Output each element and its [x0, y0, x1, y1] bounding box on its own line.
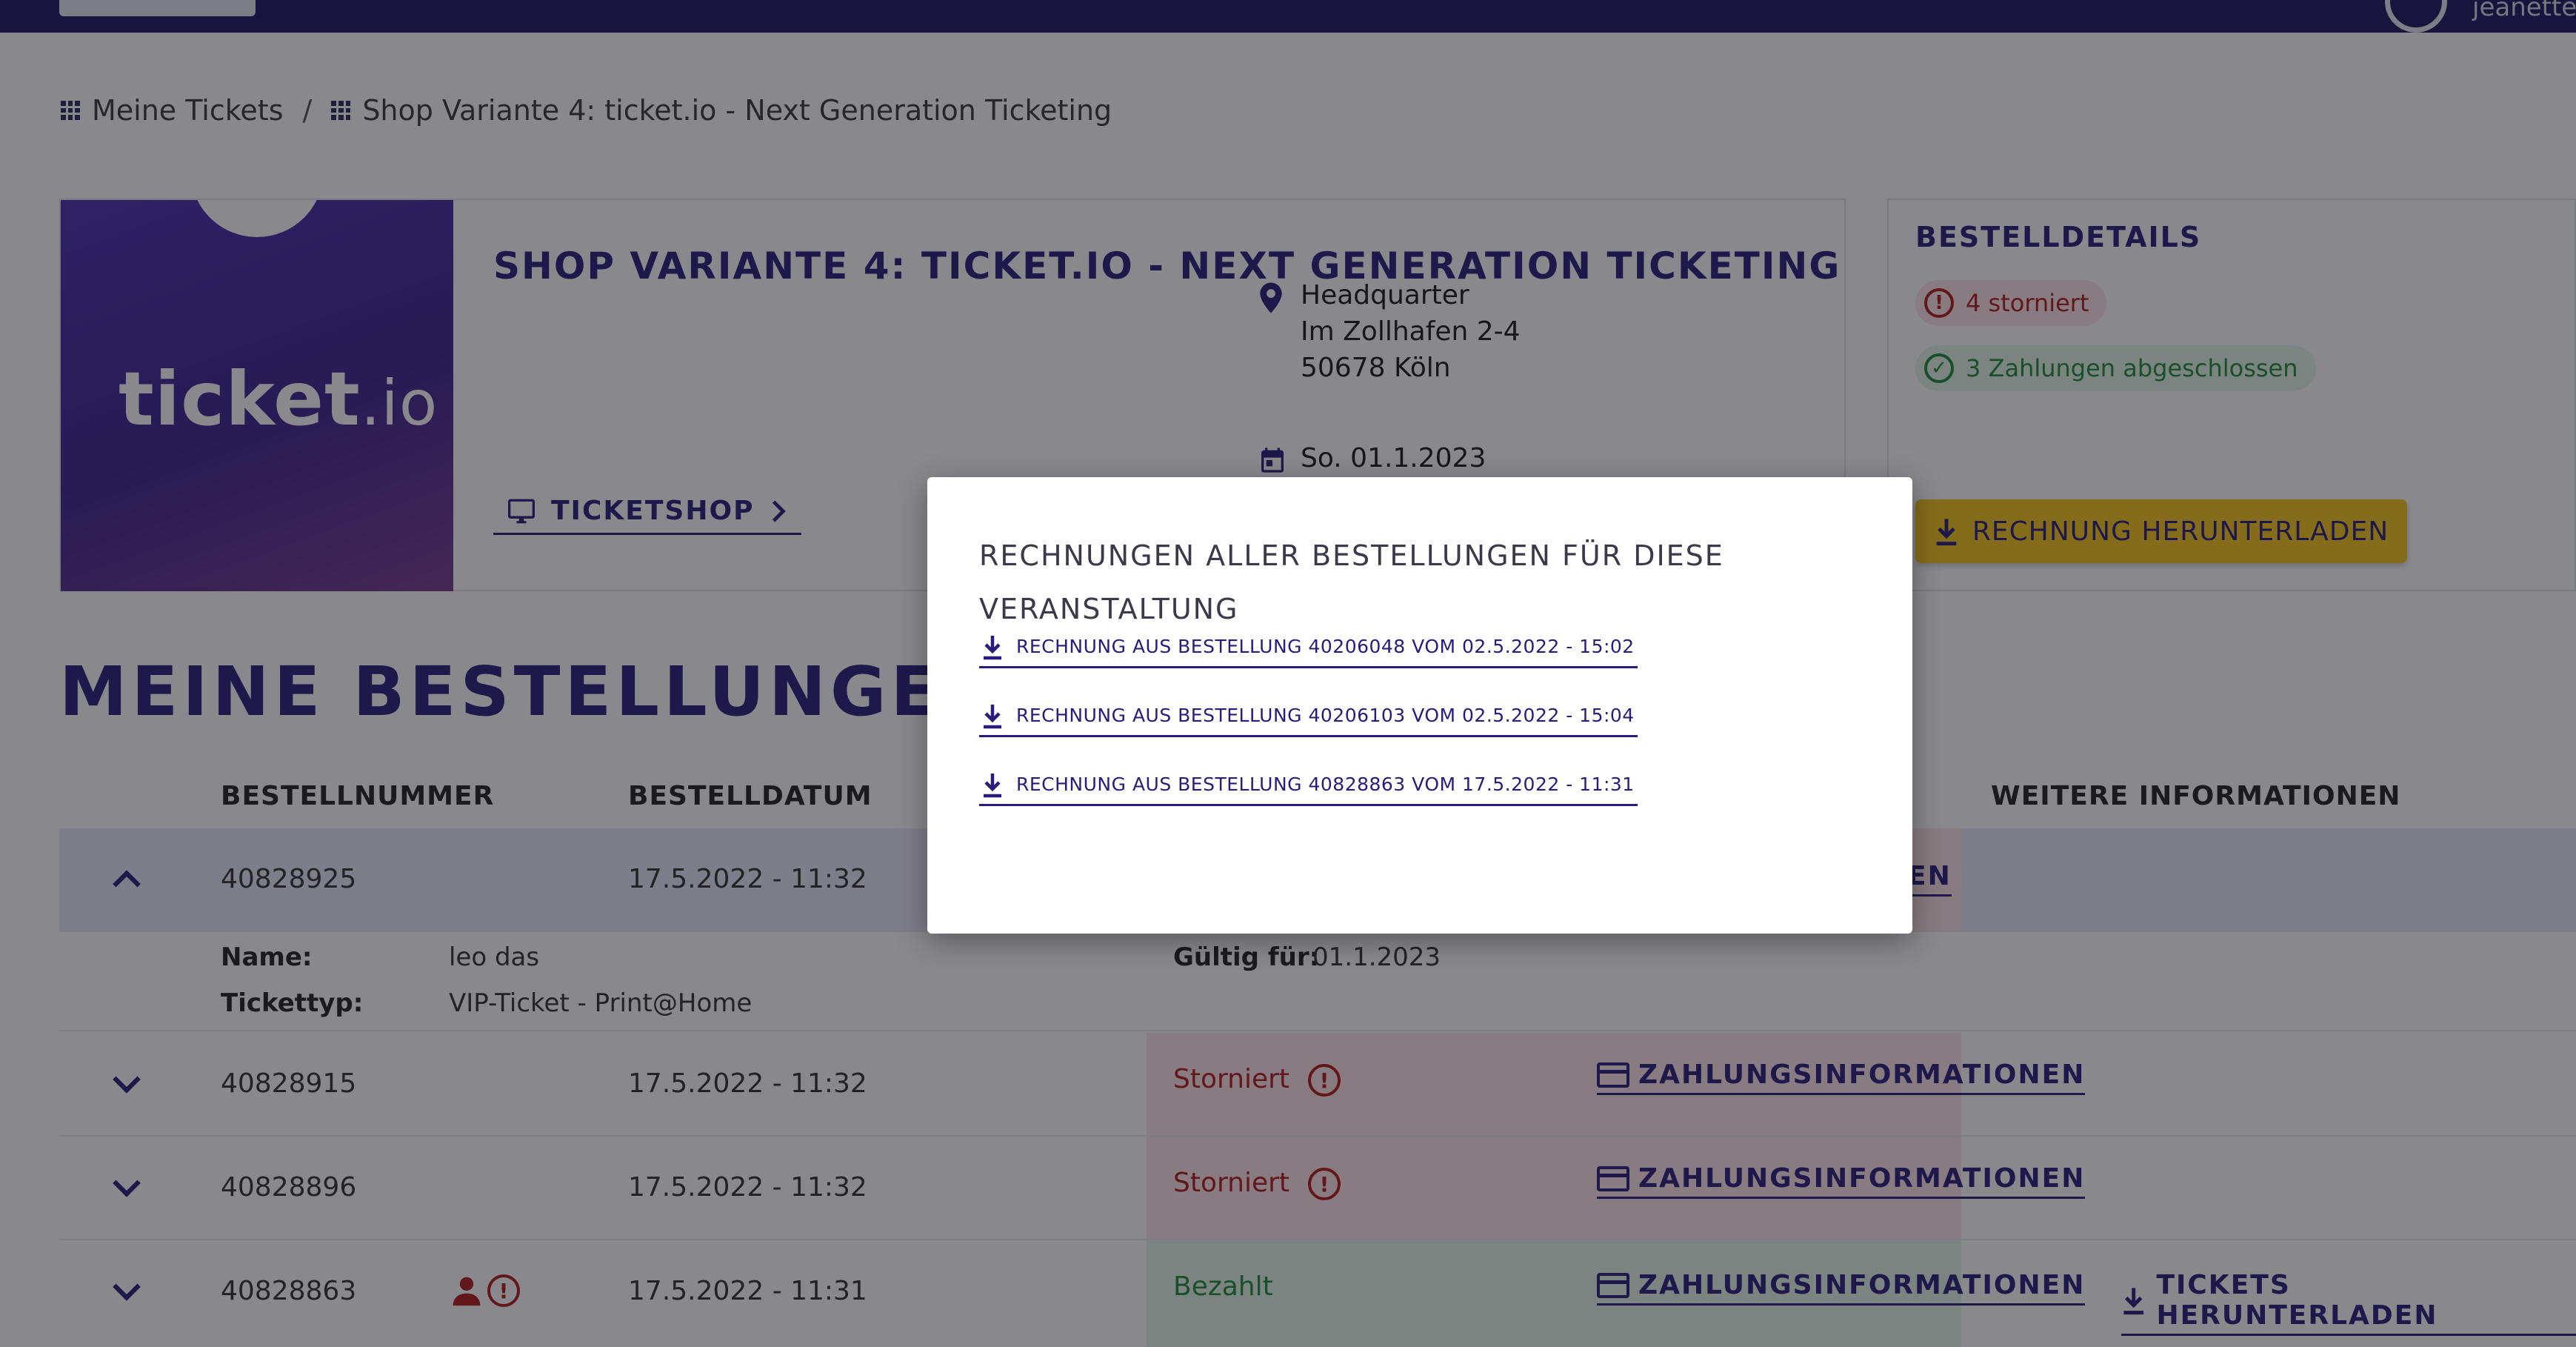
invoice-link-2[interactable]: RECHNUNG AUS BESTELLUNG 40206103 VOM 02.…	[979, 696, 1638, 737]
modal-title: RECHNUNGEN ALLER BESTELLUNGEN FÜR DIESE …	[979, 539, 1724, 625]
invoices-modal: RECHNUNGEN ALLER BESTELLUNGEN FÜR DIESE …	[927, 477, 1912, 934]
download-icon	[984, 704, 1001, 728]
invoice-link-1[interactable]: RECHNUNG AUS BESTELLUNG 40206048 VOM 02.…	[979, 627, 1638, 668]
download-icon	[984, 773, 1001, 797]
app-root: jeanette Meine Tickets / Shop Variante 4…	[0, 0, 2576, 1347]
invoice-link-3[interactable]: RECHNUNG AUS BESTELLUNG 40828863 VOM 17.…	[979, 765, 1638, 806]
download-icon	[984, 635, 1001, 659]
